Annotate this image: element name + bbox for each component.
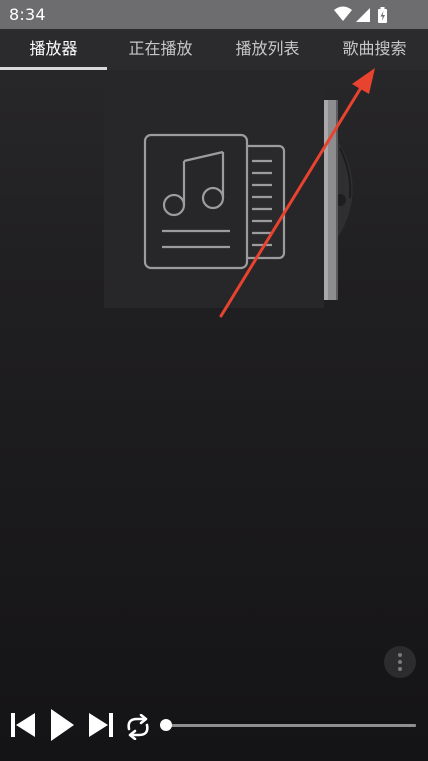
music-player-screen: 8:34 播放器 正在播放 播放列表 歌曲搜索 [0, 0, 428, 761]
next-icon [89, 713, 113, 737]
previous-button[interactable] [11, 712, 36, 738]
more-vertical-icon-dot [398, 667, 402, 671]
play-icon [51, 709, 74, 741]
cd-sleeve-icon [324, 100, 338, 300]
status-time: 8:34 [9, 5, 46, 24]
previous-icon [11, 713, 35, 737]
wifi-icon [334, 6, 352, 21]
music-file-icon [143, 133, 286, 270]
more-vertical-icon [398, 653, 402, 657]
tab-bar: 播放器 正在播放 播放列表 歌曲搜索 [0, 29, 428, 70]
seek-bar[interactable] [160, 719, 416, 731]
status-bar: 8:34 [0, 0, 428, 29]
active-tab-indicator [0, 67, 107, 70]
tab-player[interactable]: 播放器 [0, 29, 107, 70]
play-button[interactable] [50, 708, 75, 742]
tab-now-playing[interactable]: 正在播放 [107, 29, 214, 70]
repeat-button[interactable] [124, 714, 152, 740]
album-art [143, 100, 353, 300]
next-button[interactable] [88, 712, 113, 738]
repeat-icon [127, 714, 149, 740]
more-options-button[interactable] [384, 646, 416, 678]
tab-song-search[interactable]: 歌曲搜索 [321, 29, 428, 70]
tab-playlist[interactable]: 播放列表 [214, 29, 321, 70]
status-icons [334, 6, 387, 23]
more-vertical-icon-dot [398, 660, 402, 664]
signal-icon [356, 8, 370, 22]
seek-thumb[interactable] [160, 719, 172, 731]
battery-charging-icon [378, 7, 387, 23]
